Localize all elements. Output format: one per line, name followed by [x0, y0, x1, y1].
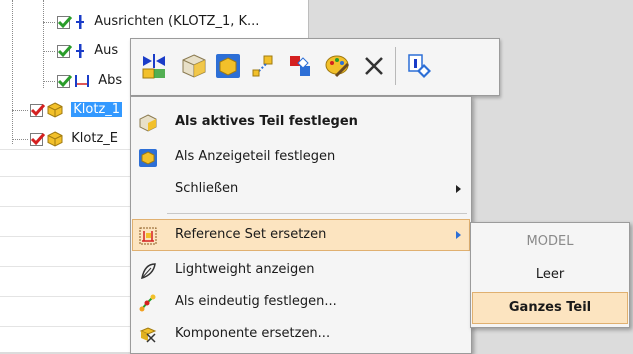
tree-row-label: Aus	[94, 43, 119, 58]
make-unique-icon	[139, 294, 156, 312]
tree-row-label: Abs	[98, 73, 123, 88]
tree-row-constraint-distance[interactable]: Abs	[57, 70, 122, 92]
menu-item-lightweight[interactable]: Lightweight anzeigen	[133, 255, 469, 285]
make-work-part-icon	[182, 54, 206, 78]
submenu-item-label: MODEL	[526, 234, 574, 249]
replace-component-icon	[139, 327, 157, 343]
delete-button[interactable]	[357, 49, 391, 83]
tree-row-constraint[interactable]: Aus	[57, 40, 118, 62]
red-check-icon[interactable]	[30, 132, 46, 146]
mirror-button[interactable]	[137, 49, 171, 83]
menu-item-make-unique[interactable]: Als eindeutig festlegen...	[133, 287, 469, 317]
menu-item-label: Als eindeutig festlegen...	[175, 294, 337, 309]
tree-connector	[12, 139, 28, 140]
lightweight-icon	[141, 263, 156, 280]
menu-item-label: Lightweight anzeigen	[175, 262, 315, 277]
tree-row-label: Klotz_1	[71, 102, 123, 117]
submenu-item-label: Ganzes Teil	[508, 300, 592, 315]
menu-item-make-display-part[interactable]: Als Anzeigeteil festlegen	[133, 142, 469, 172]
menu-item-label: Als aktives Teil festlegen	[175, 114, 358, 129]
toolbar-separator	[395, 47, 396, 85]
work-part-icon	[139, 114, 157, 132]
align-constraint-icon	[76, 15, 85, 29]
radial-toolbar	[130, 38, 500, 96]
submenu-item-entire-part[interactable]: Ganzes Teil	[472, 292, 628, 324]
tree-row-label: Klotz_E	[71, 131, 119, 146]
tree-row-constraint-align[interactable]: Ausrichten (KLOTZ_1, K...	[57, 11, 259, 33]
component-cube-icon	[47, 102, 63, 118]
align-constraint-icon	[76, 44, 85, 58]
red-check-icon[interactable]	[30, 103, 46, 117]
tree-connector	[43, 0, 44, 88]
menu-item-label: Komponente ersetzen...	[175, 326, 331, 341]
menu-item-replace-reference-set[interactable]: Reference Set ersetzen	[132, 219, 470, 251]
component-cube-icon	[47, 131, 63, 147]
submenu-arrow-icon	[456, 185, 461, 193]
submenu-item-model: MODEL	[473, 227, 627, 257]
menu-item-label: Als Anzeigeteil festlegen	[175, 149, 336, 164]
menu-item-close[interactable]: Schließen	[133, 174, 469, 204]
make-display-part-button[interactable]	[211, 49, 245, 83]
menu-item-replace-component[interactable]: Komponente ersetzen...	[133, 319, 469, 349]
green-check-icon[interactable]	[57, 44, 73, 58]
menu-separator	[167, 213, 467, 214]
tree-row-component-klotz1[interactable]: Klotz_1	[30, 99, 123, 121]
menu-item-label: Schließen	[175, 181, 239, 196]
replace-button[interactable]	[245, 49, 279, 83]
reference-set-icon	[290, 56, 310, 76]
reference-set-button[interactable]	[283, 49, 317, 83]
tree-row-component-klotze[interactable]: Klotz_E	[30, 128, 118, 150]
tree-connector	[43, 51, 55, 52]
make-work-part-button[interactable]	[177, 49, 211, 83]
submenu-item-label: Leer	[535, 267, 565, 282]
context-menu: Als aktives Teil festlegen Als Anzeigete…	[130, 96, 472, 354]
properties-icon	[408, 54, 431, 78]
reference-set-icon	[139, 227, 157, 245]
edit-display-button[interactable]	[321, 49, 355, 83]
replace-icon	[252, 55, 273, 77]
menu-item-label: Reference Set ersetzen	[175, 227, 327, 242]
tree-connector	[12, 0, 13, 144]
submenu-arrow-icon	[456, 231, 461, 239]
delete-icon	[365, 57, 383, 75]
tree-connector	[12, 110, 28, 111]
tree-connector	[43, 81, 55, 82]
submenu-item-empty[interactable]: Leer	[473, 260, 627, 290]
distance-constraint-icon	[75, 75, 90, 87]
green-check-icon[interactable]	[57, 15, 73, 29]
tree-connector	[43, 22, 55, 23]
menu-item-make-work-part[interactable]: Als aktives Teil festlegen	[133, 107, 469, 137]
reference-set-submenu: MODEL Leer Ganzes Teil	[470, 222, 630, 328]
tree-row-label: Ausrichten (KLOTZ_1, K...	[94, 14, 260, 29]
make-display-part-icon	[216, 54, 240, 78]
edit-display-icon	[325, 55, 350, 78]
mirror-icon	[142, 54, 165, 79]
green-check-icon[interactable]	[57, 74, 73, 88]
display-part-icon	[139, 149, 157, 167]
properties-button[interactable]	[403, 49, 437, 83]
